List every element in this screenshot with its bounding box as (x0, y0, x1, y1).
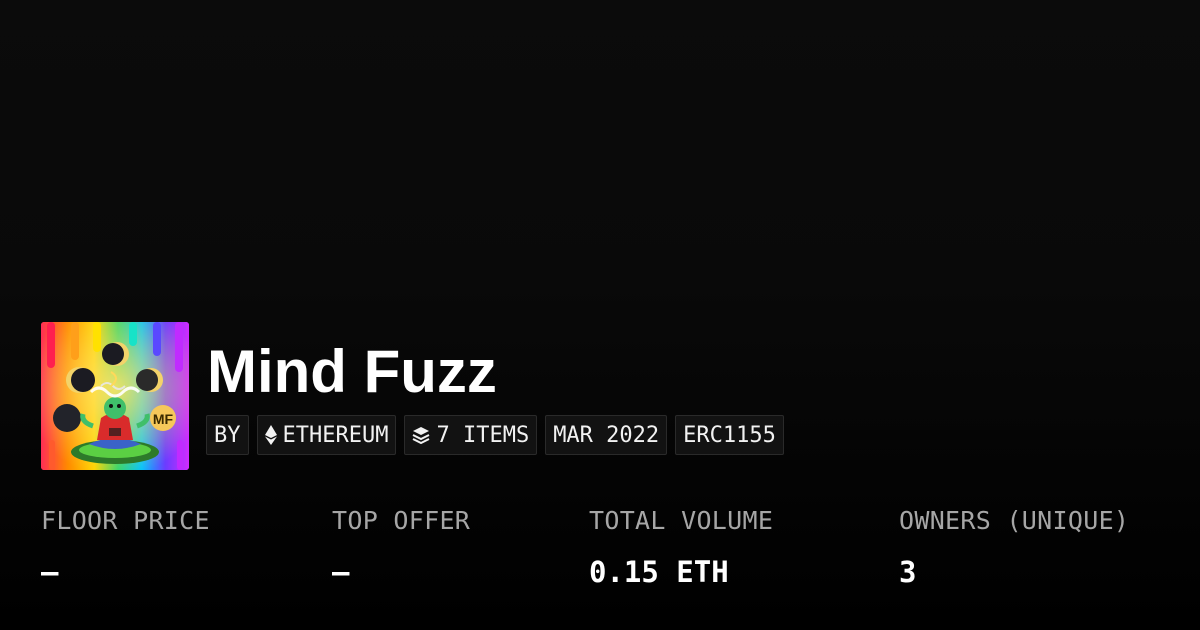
chain-label: ETHEREUM (282, 422, 389, 448)
stat-label: TOP OFFER (332, 506, 471, 535)
items-label: 7 ITEMS (436, 422, 530, 448)
by-chip[interactable]: BY (206, 415, 249, 455)
stat-value: – (332, 555, 350, 589)
date-label: MAR 2022 (553, 422, 660, 448)
items-chip[interactable]: 7 ITEMS (404, 415, 538, 455)
stat-label: FLOOR PRICE (41, 506, 210, 535)
collection-meta-chips: BY ETHEREUM 7 ITEMS MAR 2022 ERC1155 (206, 415, 784, 455)
standard-chip: ERC1155 (675, 415, 784, 455)
stat-label: TOTAL VOLUME (589, 506, 774, 535)
stat-label: OWNERS (UNIQUE) (899, 506, 1130, 535)
svg-text:MF: MF (153, 411, 174, 427)
stat-total-volume: TOTAL VOLUME 0.15 ETH (589, 505, 773, 589)
date-chip: MAR 2022 (545, 415, 668, 455)
collection-stats: FLOOR PRICE – TOP OFFER – TOTAL VOLUME 0… (0, 505, 1200, 605)
collection-artwork-image: MF (41, 322, 189, 470)
stat-value: – (41, 555, 59, 589)
layers-icon (412, 426, 430, 444)
stat-top-offer: TOP OFFER – (332, 505, 470, 589)
chain-chip[interactable]: ETHEREUM (256, 415, 397, 455)
stat-owners-unique: OWNERS (UNIQUE) 3 (899, 505, 1129, 589)
standard-label: ERC1155 (683, 422, 776, 448)
ethereum-icon (264, 425, 277, 445)
by-label: BY (214, 422, 241, 448)
stat-value: 0.15 ETH (589, 555, 729, 589)
stat-value: 3 (899, 555, 917, 589)
collection-title: Mind Fuzz (207, 338, 497, 405)
stat-floor-price: FLOOR PRICE – (41, 505, 210, 589)
collection-image: MF (41, 322, 189, 470)
